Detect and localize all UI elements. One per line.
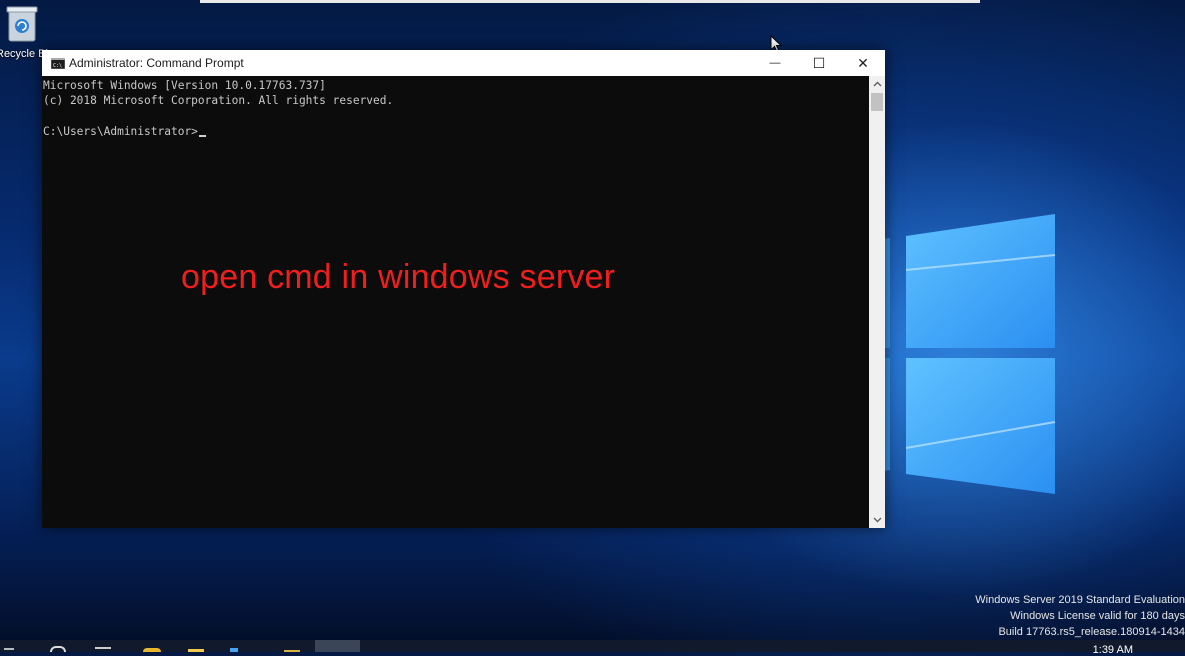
window-title: Administrator: Command Prompt	[69, 56, 244, 70]
search-icon[interactable]	[50, 646, 66, 652]
task-view-icon[interactable]	[95, 647, 111, 652]
taskbar: 1:39 AM	[0, 640, 1185, 656]
chevron-up-icon	[873, 81, 881, 87]
top-window-edge	[200, 0, 980, 3]
watermark-license: Windows License valid for 180 days	[1010, 610, 1185, 622]
title-bar[interactable]: C:\ Administrator: Command Prompt — ☐ ✕	[42, 50, 885, 76]
recycle-bin-icon	[6, 6, 38, 42]
vertical-scrollbar[interactable]	[869, 76, 885, 528]
console-output[interactable]: Microsoft Windows [Version 10.0.17763.73…	[42, 76, 869, 528]
console-line-version: Microsoft Windows [Version 10.0.17763.73…	[43, 79, 326, 92]
chevron-down-icon	[873, 517, 881, 523]
watermark-build: Build 17763.rs5_release.180914-1434	[998, 626, 1185, 638]
windows-logo	[880, 214, 1056, 494]
evaluation-watermark: Windows Server 2019 Standard Evaluation …	[975, 592, 1185, 640]
internet-explorer-icon[interactable]	[143, 648, 161, 652]
scrollbar-thumb[interactable]	[871, 93, 883, 111]
recycle-bin-shortcut[interactable]: Recycle Bin	[0, 5, 55, 60]
cmd-app-icon: C:\	[51, 57, 65, 69]
server-manager-icon[interactable]	[230, 648, 238, 652]
console-prompt: C:\Users\Administrator>	[43, 124, 198, 138]
taskbar-cmd-button[interactable]	[315, 640, 360, 652]
minimize-icon: —	[769, 57, 781, 69]
svg-text:C:\: C:\	[53, 63, 62, 69]
maximize-button[interactable]: ☐	[797, 50, 841, 76]
text-cursor	[198, 134, 206, 137]
scroll-down-button[interactable]	[869, 512, 885, 528]
scroll-up-button[interactable]	[869, 76, 885, 92]
start-button[interactable]	[4, 648, 14, 650]
maximize-icon: ☐	[812, 54, 826, 71]
console-line-copyright: (c) 2018 Microsoft Corporation. All righ…	[43, 94, 394, 108]
watermark-edition: Windows Server 2019 Standard Evaluation	[975, 594, 1185, 606]
close-button[interactable]: ✕	[841, 50, 885, 76]
minimize-button[interactable]: —	[753, 50, 797, 76]
close-icon: ✕	[857, 54, 869, 71]
taskbar-clock[interactable]: 1:39 AM	[1093, 644, 1133, 656]
recycle-bin-label: Recycle Bin	[0, 48, 55, 60]
video-overlay-caption: open cmd in windows server	[181, 258, 616, 296]
